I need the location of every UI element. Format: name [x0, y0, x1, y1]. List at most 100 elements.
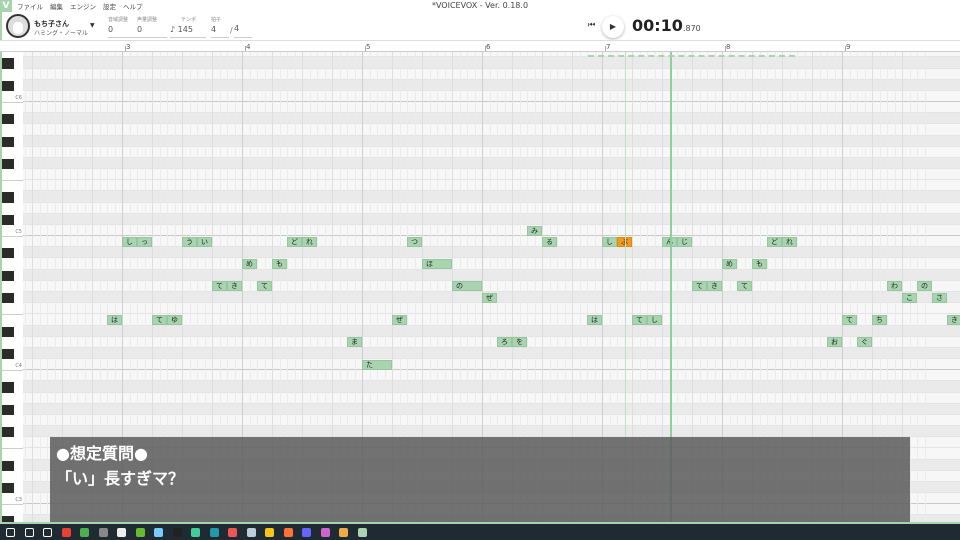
beats-field[interactable]: 拍子 4	[211, 16, 229, 38]
rewind-icon[interactable]: ⏮	[588, 20, 595, 30]
app-icon[interactable]	[172, 528, 182, 537]
note[interactable]: お	[827, 337, 842, 348]
note[interactable]: わ	[887, 281, 902, 292]
chrome-alt-icon[interactable]	[80, 528, 89, 537]
note[interactable]: き	[707, 281, 722, 292]
note[interactable]: い	[197, 236, 212, 247]
volume-value[interactable]: 0	[137, 25, 167, 34]
app-icon[interactable]	[154, 528, 163, 537]
note[interactable]: め	[722, 259, 737, 269]
note[interactable]: ゆ	[167, 314, 182, 325]
note[interactable]: の	[452, 281, 482, 292]
note[interactable]: つ	[407, 236, 422, 247]
note[interactable]: て	[632, 314, 647, 325]
note[interactable]: ぐ	[857, 337, 872, 348]
note[interactable]: て	[152, 314, 167, 325]
firefox-icon[interactable]	[283, 528, 293, 537]
black-key[interactable]	[2, 460, 14, 471]
note[interactable]: ま	[347, 337, 362, 348]
character-style[interactable]: ハミング・ノーマル	[34, 28, 88, 37]
note[interactable]: し	[602, 236, 617, 247]
note[interactable]: み	[527, 225, 542, 236]
app-icon[interactable]	[135, 528, 145, 537]
pitch-shift-value[interactable]: 0	[108, 25, 138, 34]
note[interactable]: を	[512, 337, 527, 348]
app-icon[interactable]	[209, 528, 219, 537]
note[interactable]: ど	[767, 236, 782, 247]
app-icon[interactable]	[246, 528, 256, 537]
black-key[interactable]	[2, 58, 14, 69]
note[interactable]: う	[182, 236, 197, 247]
note[interactable]: も	[752, 259, 767, 269]
note[interactable]: も	[272, 259, 287, 269]
black-key[interactable]	[2, 326, 14, 337]
note[interactable]: じ	[677, 236, 692, 247]
note[interactable]: ち	[872, 314, 887, 325]
note[interactable]: め	[242, 259, 257, 269]
note[interactable]: ぜ	[392, 314, 407, 325]
note[interactable]: こ	[902, 292, 917, 303]
obs-icon[interactable]	[98, 528, 108, 537]
app-icon[interactable]	[320, 528, 330, 537]
note[interactable]: は	[587, 314, 602, 325]
note[interactable]: て	[692, 281, 707, 292]
note[interactable]: の	[917, 281, 932, 292]
note[interactable]: て	[257, 281, 272, 292]
note[interactable]: っ	[137, 236, 152, 247]
note[interactable]: ほ	[422, 259, 452, 269]
beat-type-value[interactable]: 4	[234, 24, 252, 33]
black-key[interactable]	[2, 80, 14, 91]
app-icon[interactable]	[302, 528, 311, 537]
beats-value[interactable]: 4	[211, 25, 229, 34]
volume-field[interactable]: 声量調整 0	[137, 16, 167, 38]
black-key[interactable]	[2, 114, 14, 125]
app-icon[interactable]	[228, 528, 237, 537]
black-key[interactable]	[2, 214, 14, 225]
black-key[interactable]	[2, 482, 14, 494]
tempo-value[interactable]: 145	[178, 25, 193, 34]
note[interactable]: て	[842, 314, 857, 325]
app-icon[interactable]	[339, 528, 348, 537]
task-view-icon[interactable]	[43, 528, 52, 537]
character-avatar[interactable]	[6, 14, 30, 38]
note[interactable]: き	[227, 281, 242, 292]
note[interactable]: き	[947, 314, 960, 325]
black-key[interactable]	[2, 293, 14, 304]
black-key[interactable]	[2, 192, 14, 203]
note[interactable]: ろ	[497, 337, 512, 348]
note[interactable]: ぜ	[482, 292, 497, 303]
note[interactable]: て	[737, 281, 752, 292]
chrome-icon[interactable]	[61, 528, 71, 537]
piano-keyboard[interactable]: C6 C5 C4 C3	[2, 52, 23, 522]
explorer-icon[interactable]	[265, 528, 274, 537]
play-button[interactable]: ▶	[602, 16, 624, 38]
black-key[interactable]	[2, 270, 14, 281]
note[interactable]: た	[362, 359, 392, 370]
note[interactable]: さ	[932, 292, 947, 303]
black-key[interactable]	[2, 248, 14, 259]
black-key[interactable]	[2, 427, 14, 438]
app-icon[interactable]	[191, 528, 200, 537]
beat-type-field[interactable]: 4	[234, 16, 252, 38]
voicevox-icon[interactable]	[357, 528, 367, 537]
search-icon[interactable]	[24, 528, 34, 537]
note[interactable]: れ	[782, 236, 797, 247]
chevron-down-icon[interactable]: ▼	[90, 22, 95, 29]
black-key[interactable]	[2, 404, 14, 415]
black-key[interactable]	[2, 382, 14, 393]
black-key[interactable]	[2, 348, 14, 360]
measure-ruler[interactable]: 3 4 5 6 7 8 9	[0, 40, 960, 52]
note[interactable]: る	[542, 236, 557, 247]
black-key[interactable]	[2, 158, 14, 170]
note[interactable]: れ	[302, 236, 317, 247]
app-icon[interactable]	[117, 528, 126, 537]
note[interactable]: ど	[287, 236, 302, 247]
pitch-shift-field[interactable]: 音域調整 0	[108, 16, 138, 38]
tempo-field[interactable]: テンポ ♪ 145	[170, 16, 206, 38]
black-key[interactable]	[2, 136, 14, 147]
note[interactable]: し	[647, 314, 662, 325]
note[interactable]: て	[212, 281, 227, 292]
note[interactable]: は	[107, 314, 122, 325]
windows-start-icon[interactable]	[6, 528, 15, 537]
note[interactable]: し	[122, 236, 137, 247]
